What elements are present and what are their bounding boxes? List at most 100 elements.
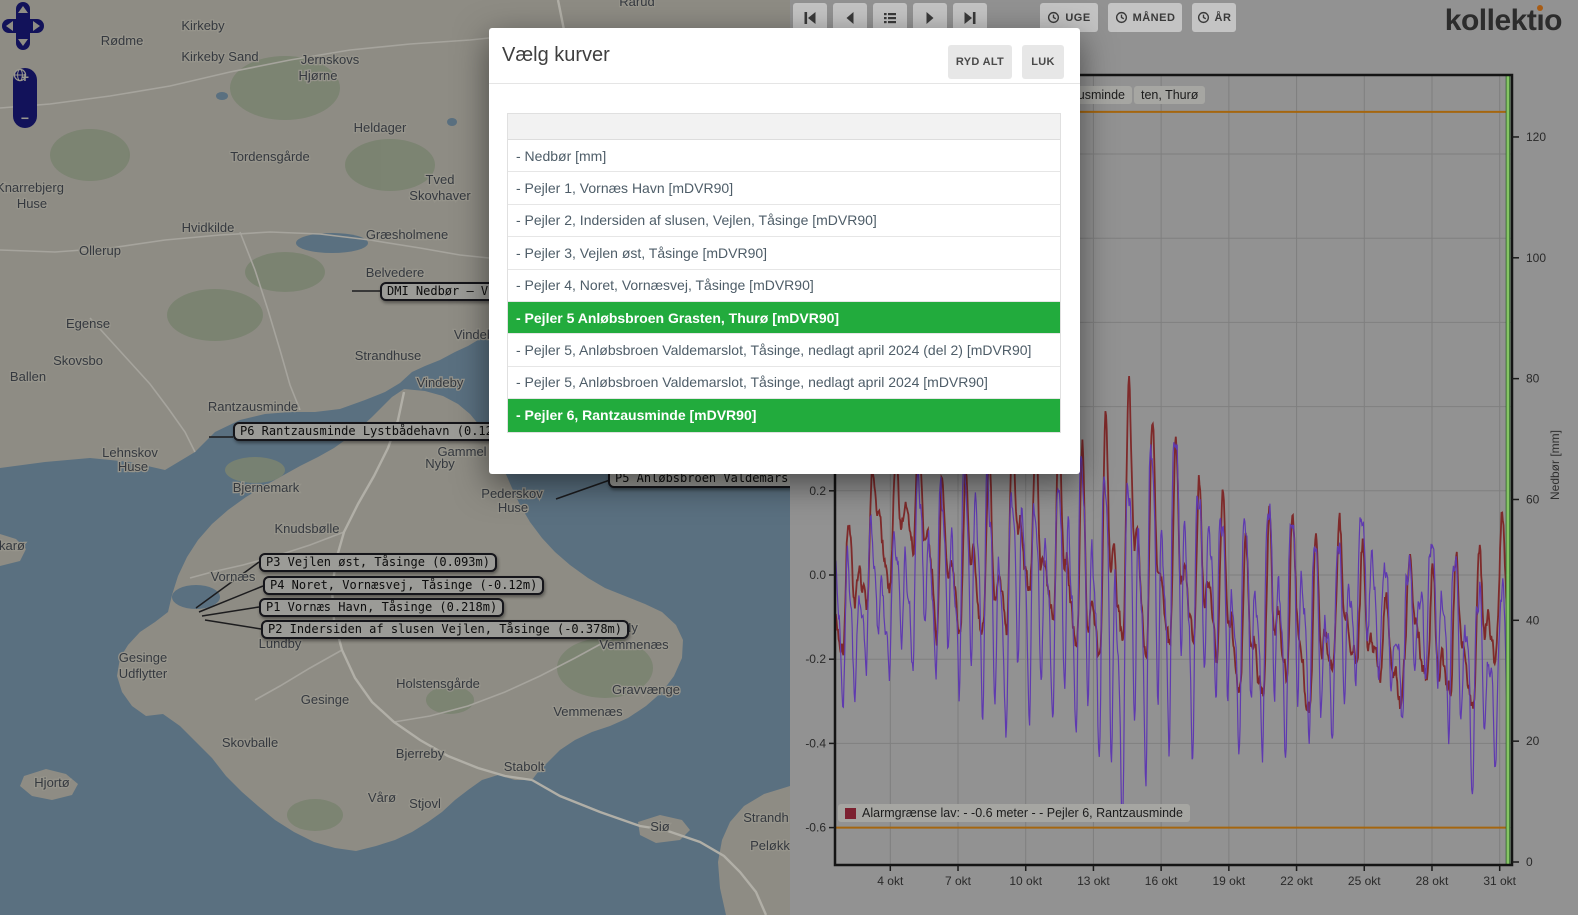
map-place-label: Nyby — [425, 456, 455, 471]
curve-list-item[interactable]: - Pejler 4, Noret, Vornæsvej, Tåsinge [m… — [508, 270, 1060, 302]
clear-all-button[interactable]: RYD ALT — [948, 45, 1012, 79]
dialog-header: Vælg kurver RYD ALT LUK — [489, 28, 1080, 84]
x-axis-tick-label: 10 okt — [1009, 874, 1042, 888]
y-left-tick-label: -0.4 — [805, 736, 826, 750]
x-axis-tick-label: 16 okt — [1145, 874, 1178, 888]
map-place-label: Vårø — [368, 790, 396, 805]
map-place-label: Stjovl — [409, 796, 441, 811]
legend-swatch — [845, 808, 856, 819]
curve-list-item[interactable]: - Pejler 6, Rantzausminde [mDVR90] — [508, 399, 1060, 431]
y-right-tick-label: 60 — [1526, 492, 1540, 506]
dialog-title: Vælg kurver — [502, 44, 610, 67]
map-place-label: Strandh — [743, 810, 789, 825]
station-pill[interactable]: P2 Indersiden af slusen Vejlen, Tåsinge … — [261, 620, 629, 639]
map-place-label: Udflytter — [119, 666, 168, 681]
map-place-label: Tordensgårde — [230, 149, 310, 164]
y-right-tick-label: 100 — [1526, 251, 1546, 265]
y-right-tick-label: 40 — [1526, 613, 1540, 627]
alarm-high-legend-fragment-2: ten, Thurø — [1134, 86, 1205, 104]
map-place-label: Strandhuse — [355, 348, 422, 363]
map-place-label: Bjerreby — [396, 746, 445, 761]
y-right-axis-title: Nedbør [mm] — [1548, 430, 1562, 500]
map-place-label: Bjernemark — [233, 480, 300, 495]
x-axis-tick-label: 25 okt — [1348, 874, 1381, 888]
globe-icon[interactable] — [13, 68, 27, 82]
map-place-label: Gesinge — [301, 692, 349, 707]
map-place-label: Rantzausminde — [208, 399, 298, 414]
map-place-label: Jernskovs — [301, 52, 360, 67]
y-right-tick-label: 80 — [1526, 372, 1540, 386]
x-axis-tick-label: 13 okt — [1077, 874, 1110, 888]
map-place-label: Tved — [426, 172, 455, 187]
map-place-label: Rårud — [619, 0, 654, 9]
map-place-label: Peløkk — [750, 838, 790, 853]
map-place-label: Hjortø — [34, 775, 69, 790]
curve-list-item[interactable]: - Nedbør [mm] — [508, 140, 1060, 172]
map-place-label: Vindeby — [417, 375, 464, 390]
map-place-label: Huse — [118, 459, 148, 474]
map-place-label: Heldager — [354, 120, 407, 135]
map-place-label: Gesinge — [119, 650, 167, 665]
x-axis-tick-label: 4 okt — [877, 874, 904, 888]
x-axis-tick-label: 28 okt — [1416, 874, 1449, 888]
map-place-label: Rødme — [101, 33, 144, 48]
map-place-label: Knudsbølle — [274, 521, 339, 536]
map-place-label: Siø — [650, 819, 670, 834]
map-zoom-control: + − — [13, 68, 37, 128]
map-place-label: Græsholmene — [366, 227, 448, 242]
y-left-tick-label: -0.6 — [805, 821, 826, 835]
y-left-tick-label: -0.2 — [805, 652, 826, 666]
curve-list-header — [508, 114, 1060, 140]
map-place-label: Kirkeby — [181, 18, 225, 33]
map-place-label: Huse — [498, 500, 528, 515]
curve-list-item[interactable]: - Pejler 5 Anløbsbroen Grasten, Thurø [m… — [508, 302, 1060, 334]
map-place-label: Belvedere — [366, 265, 425, 280]
x-axis-tick-label: 19 okt — [1212, 874, 1245, 888]
map-place-label: Vemmenæs — [599, 637, 669, 652]
select-curves-dialog: Vælg kurver RYD ALT LUK - Nedbør [mm]- P… — [489, 28, 1080, 474]
y-right-tick-label: 20 — [1526, 734, 1540, 748]
map-place-label: Vemmenæs — [553, 704, 623, 719]
curve-list-item[interactable]: - Pejler 5, Anløbsbroen Valdemarslot, Tå… — [508, 334, 1060, 366]
map-place-label: Huse — [17, 196, 47, 211]
map-place-label: Hjørne — [298, 68, 337, 83]
map-place-label: Knarrebjerg — [0, 180, 64, 195]
station-pill[interactable]: P3 Vejlen øst, Tåsinge (0.093m) — [259, 553, 497, 572]
x-axis-tick-label: 22 okt — [1280, 874, 1313, 888]
map-place-label: Holstensgårde — [396, 676, 480, 691]
station-pill[interactable]: P4 Noret, Vornæsvej, Tåsinge (-0.12m) — [263, 576, 544, 595]
map-place-label: Skovsbo — [53, 353, 103, 368]
app-stage: RårudKirkebyRødmeKirkeby SandJernskovsHj… — [0, 0, 1578, 915]
map-place-label: Skovhaver — [409, 188, 471, 203]
close-button[interactable]: LUK — [1022, 45, 1064, 79]
x-axis-tick-label: 7 okt — [945, 874, 972, 888]
curve-list-item[interactable]: - Pejler 1, Vornæs Havn [mDVR90] — [508, 172, 1060, 204]
map-place-label: Gravvænge — [612, 682, 680, 697]
curve-list-item[interactable]: - Pejler 3, Vejlen øst, Tåsinge [mDVR90] — [508, 237, 1060, 269]
map-place-label: Egense — [66, 316, 110, 331]
map-place-label: Ballen — [10, 369, 46, 384]
alarm-low-legend: Alarmgrænse lav: - -0.6 meter - - Pejler… — [838, 804, 1190, 822]
y-right-tick-label: 0 — [1526, 855, 1533, 869]
x-axis-tick-label: 31 okt — [1483, 874, 1516, 888]
map-place-label: Vornæs — [211, 569, 256, 584]
map-pan-control[interactable] — [0, 0, 46, 52]
station-pill[interactable]: P1 Vornæs Havn, Tåsinge (0.218m) — [259, 598, 504, 617]
station-pill[interactable]: P6 Rantzausminde Lystbådehavn (0.12 — [233, 422, 500, 441]
station-pill[interactable]: DMI Nedbør – V — [380, 282, 495, 301]
map-place-label: Kirkeby Sand — [181, 49, 258, 64]
map-place-label: Lehnskov — [102, 445, 158, 460]
zoom-out-button[interactable]: − — [21, 112, 29, 125]
curve-list-item[interactable]: - Pejler 5, Anløbsbroen Valdemarslot, Tå… — [508, 367, 1060, 399]
y-left-tick-label: 0.0 — [809, 568, 826, 582]
curve-list: - Nedbør [mm]- Pejler 1, Vornæs Havn [mD… — [507, 113, 1061, 433]
map-place-label: Hvidkilde — [182, 220, 235, 235]
y-left-tick-label: 0.2 — [809, 484, 826, 498]
y-right-tick-label: 120 — [1526, 130, 1546, 144]
map-place-label: Pederskov — [481, 486, 543, 501]
map-place-label: Stabolt — [504, 759, 545, 774]
curve-list-item[interactable]: - Pejler 2, Indersiden af slusen, Vejlen… — [508, 205, 1060, 237]
map-place-label: Skovballe — [222, 735, 278, 750]
map-place-label: Ollerup — [79, 243, 121, 258]
map-place-label: karø — [0, 538, 25, 553]
